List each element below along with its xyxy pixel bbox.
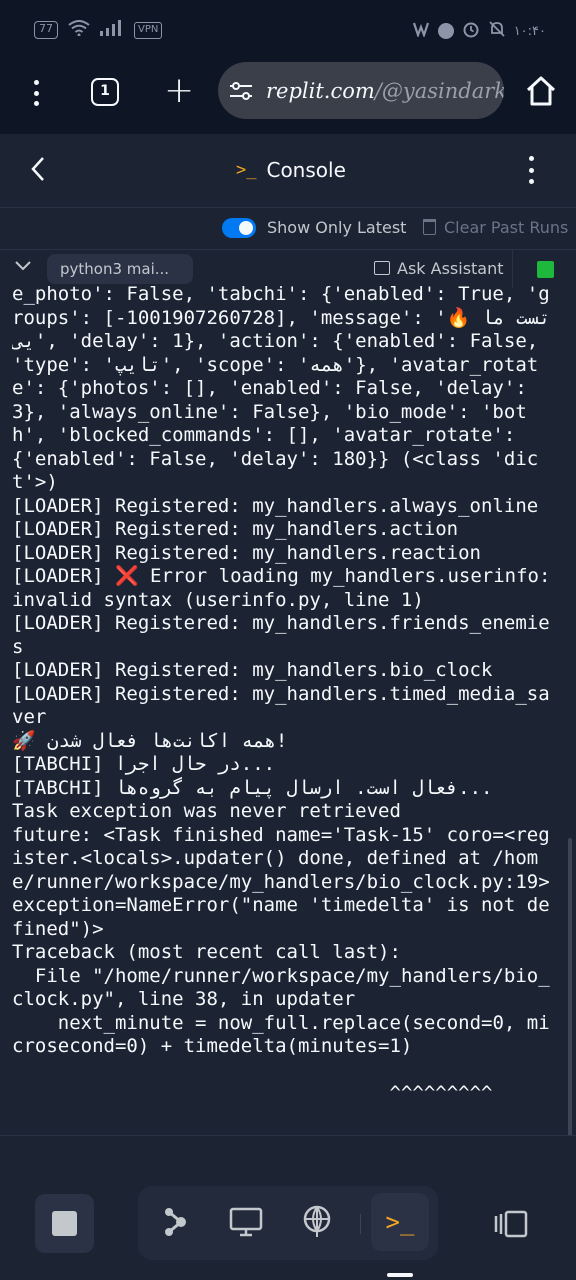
console-line: [LOADER] Registered: my_handlers.always_… xyxy=(12,494,539,517)
console-line: 🚀 همه اکانت‌ها فعال شدن! xyxy=(12,729,288,752)
clear-past-runs-button[interactable]: Clear Past Runs xyxy=(444,218,568,237)
console-prompt-icon: >_ xyxy=(385,1208,415,1236)
url-text: replit.com/@yasindark xyxy=(266,79,504,103)
home-icon[interactable] xyxy=(524,74,558,108)
status-bar: 77 VPN ۱۰:۴۰ xyxy=(0,0,576,62)
notification-icon xyxy=(412,21,430,41)
agent-icon xyxy=(165,1208,186,1236)
new-tab-icon[interactable]: + xyxy=(164,73,194,109)
status-clock: ۱۰:۴۰ xyxy=(513,23,546,39)
console-line: [LOADER] Registered: my_handlers.reactio… xyxy=(12,541,481,564)
console-title-label: Console xyxy=(266,158,346,182)
console-line: [LOADER] Registered: my_handlers.action xyxy=(12,518,459,540)
status-left: 77 VPN xyxy=(34,20,163,40)
stop-button[interactable] xyxy=(35,1194,94,1253)
mute-icon xyxy=(488,20,506,42)
app-notification-icon xyxy=(437,23,454,39)
console-line: Traceback (most recent call last): xyxy=(12,941,401,963)
bottom-nav: >_ xyxy=(0,1135,576,1280)
tool-dock: >_ xyxy=(138,1186,438,1260)
run-name-chip[interactable]: python3 mai... xyxy=(47,254,193,284)
active-tab-indicator xyxy=(387,1273,413,1277)
show-only-latest-toggle[interactable] xyxy=(222,218,256,238)
address-bar[interactable]: replit.com/@yasindark xyxy=(218,62,504,119)
webview-tool[interactable] xyxy=(217,1193,275,1251)
agent-tool[interactable] xyxy=(146,1193,204,1251)
console-line: [LOADER] ❌ Error loading my_handlers.use… xyxy=(12,565,551,611)
console-prompt-icon: >_ xyxy=(236,160,257,180)
status-right: ۱۰:۴۰ xyxy=(412,20,546,42)
show-only-latest-label: Show Only Latest xyxy=(267,218,407,237)
url-path: /@yasindark xyxy=(374,78,504,103)
console-line: future: <Task finished name='Task-15' co… xyxy=(12,823,560,940)
alarm-icon xyxy=(462,20,480,42)
console-line: [TABCHI] در حال اجرا... xyxy=(12,753,276,775)
run-status-indicator xyxy=(537,261,554,278)
battery-icon: 77 xyxy=(34,21,58,39)
vpn-icon: VPN xyxy=(134,21,163,39)
console-scrollbar[interactable] xyxy=(568,838,572,1138)
console-line: next_minute = now_full.replace(second=0,… xyxy=(12,1011,550,1058)
console-line: [LOADER] Registered: my_handlers.friends… xyxy=(12,612,550,658)
signal-icon xyxy=(100,20,124,40)
tab-switcher-button[interactable]: 1 xyxy=(91,78,119,106)
browser-menu-icon[interactable] xyxy=(26,78,46,108)
site-settings-icon[interactable] xyxy=(230,80,256,102)
deploy-icon xyxy=(303,1205,331,1237)
monitor-icon xyxy=(229,1207,263,1237)
console-header: >_ Console xyxy=(0,134,576,208)
browser-toolbar: 1 + replit.com/@yasindark xyxy=(0,62,576,134)
console-line: File "/home/runner/workspace/my_handlers… xyxy=(12,964,550,1011)
console-tool[interactable]: >_ xyxy=(371,1193,429,1251)
console-line: Task exception was never retrieved xyxy=(12,800,401,822)
console-line: ^^^^^^^^^ xyxy=(12,1082,493,1104)
ask-assistant-icon xyxy=(374,261,390,275)
dock-divider xyxy=(360,1214,361,1234)
console-line: [TABCHI] فعال است. ارسال پیام به گروه‌ها… xyxy=(12,776,493,799)
page-title: >_ Console xyxy=(236,158,346,182)
wifi-icon xyxy=(68,20,90,40)
chevron-down-icon[interactable] xyxy=(14,256,32,277)
console-line: e_photo': False, 'tabchi': {'enabled': T… xyxy=(12,283,551,493)
panels-icon[interactable] xyxy=(494,1210,528,1238)
url-domain: replit.com xyxy=(266,78,375,103)
console-output[interactable]: e_photo': False, 'tabchi': {'enabled': T… xyxy=(12,283,560,1133)
console-toolbar: Show Only Latest Clear Past Runs xyxy=(0,208,576,250)
more-options-icon[interactable] xyxy=(526,156,536,184)
deployments-tool[interactable] xyxy=(288,1193,346,1251)
console-line: [LOADER] Registered: my_handlers.bio_clo… xyxy=(12,659,493,681)
console-line: [LOADER] Registered: my_handlers.timed_m… xyxy=(12,682,550,729)
trash-icon xyxy=(423,219,436,235)
ask-assistant-button[interactable]: Ask Assistant xyxy=(397,259,504,278)
back-icon[interactable] xyxy=(30,156,46,189)
